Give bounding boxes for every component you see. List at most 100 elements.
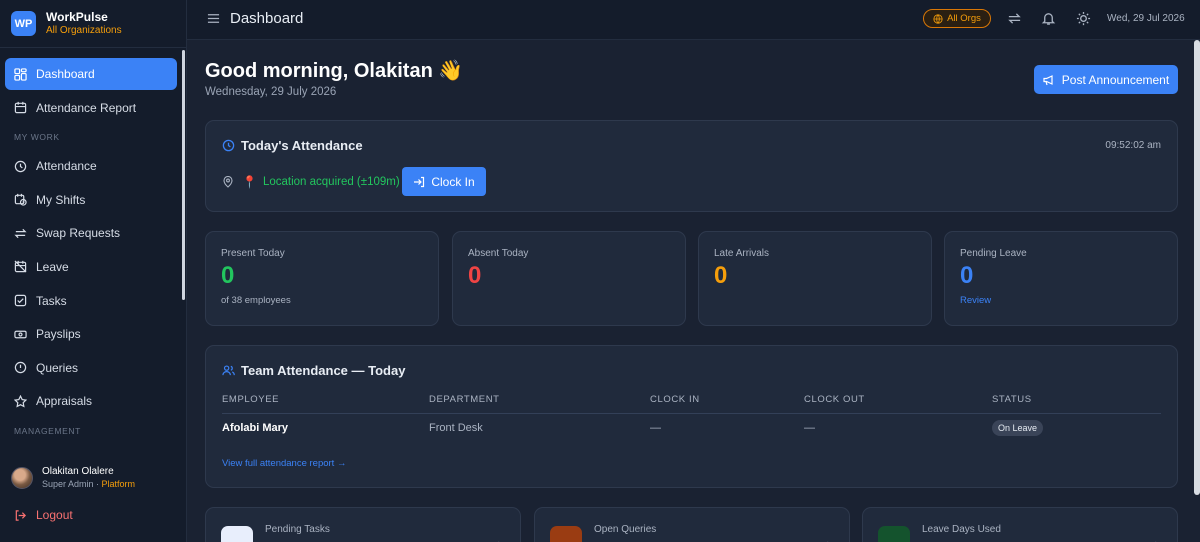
sidebar-nav: Dashboard Attendance Report MY WORK Atte… bbox=[5, 58, 177, 444]
sidebar-item-appraisals[interactable]: Appraisals bbox=[5, 385, 177, 417]
brand[interactable]: WP WorkPulse All Organizations bbox=[0, 0, 186, 48]
department: Front Desk bbox=[429, 422, 483, 434]
globe-icon bbox=[933, 13, 943, 24]
sidebar-item-label: Tasks bbox=[36, 293, 67, 308]
sidebar-item-label: Swap Requests bbox=[36, 226, 121, 241]
post-announcement-button[interactable]: Post Announcement bbox=[1034, 65, 1178, 94]
stat-value: 0 bbox=[468, 262, 482, 289]
pending-tasks-card[interactable]: Pending Tasks → bbox=[205, 507, 521, 542]
card-label: Open Queries bbox=[594, 524, 657, 535]
clock-icon bbox=[222, 139, 235, 152]
col-clock-in: CLOCK IN bbox=[650, 394, 700, 405]
users-icon bbox=[222, 365, 235, 376]
sidebar-item-label: Dashboard bbox=[36, 67, 95, 81]
status-badge: On Leave bbox=[992, 420, 1044, 436]
sun-icon[interactable] bbox=[1076, 11, 1091, 26]
stat-value: 0 bbox=[221, 262, 235, 289]
stat-late-arrivals: Late Arrivals 0 bbox=[698, 231, 932, 326]
sidebar: WP WorkPulse All Organizations Dashboard… bbox=[0, 0, 187, 542]
table-header: EMPLOYEE DEPARTMENT CLOCK IN CLOCK OUT S… bbox=[222, 394, 1161, 414]
logout-icon bbox=[15, 509, 26, 521]
location-text: Location acquired (±109m) bbox=[262, 176, 400, 188]
calendar-icon bbox=[14, 102, 27, 114]
menu-icon[interactable] bbox=[207, 12, 220, 25]
sidebar-item-my-shifts[interactable]: My Shifts bbox=[5, 184, 177, 216]
card-label: Pending Tasks bbox=[265, 524, 330, 535]
clock-in-label: Clock In bbox=[431, 174, 475, 189]
bell-icon[interactable] bbox=[1041, 11, 1056, 26]
section-my-work: MY WORK bbox=[14, 132, 60, 143]
col-clock-out: CLOCK OUT bbox=[804, 394, 865, 405]
section-management: MANAGEMENT bbox=[14, 425, 81, 436]
col-employee: EMPLOYEE bbox=[222, 394, 280, 405]
wave-emoji: 👋 bbox=[438, 60, 464, 82]
view-attendance-report-link[interactable]: View full attendance report → bbox=[222, 458, 346, 469]
user-scope: Platform bbox=[101, 479, 136, 489]
sidebar-item-label: Queries bbox=[36, 360, 79, 375]
main-content: Good morning, Olakitan 👋 Wednesday, 29 J… bbox=[187, 40, 1200, 542]
sidebar-item-payslips[interactable]: Payslips bbox=[5, 318, 177, 350]
clock-out-time: — bbox=[804, 422, 815, 434]
table-row[interactable]: Afolabi Mary Front Desk — — On Leave bbox=[222, 420, 1161, 442]
location-status: 📍 Location acquired (±109m) bbox=[222, 175, 400, 189]
sidebar-scrollbar[interactable] bbox=[182, 50, 185, 300]
sidebar-item-attendance[interactable]: Attendance bbox=[5, 150, 177, 182]
clock-in-button[interactable]: Clock In bbox=[402, 167, 486, 196]
attendance-time: 09:52:02 am bbox=[1105, 140, 1161, 151]
sidebar-item-swap-requests[interactable]: Swap Requests bbox=[5, 217, 177, 249]
sidebar-item-label: Appraisals bbox=[36, 394, 93, 409]
sidebar-item-label: Attendance bbox=[36, 159, 97, 174]
sidebar-item-label: Leave bbox=[36, 259, 69, 274]
app-name: WorkPulse bbox=[46, 9, 108, 24]
open-queries-card[interactable]: Open Queries → bbox=[534, 507, 850, 542]
todays-attendance-card: Today's Attendance 09:52:02 am 📍 Locatio… bbox=[205, 120, 1178, 212]
review-link[interactable]: Review bbox=[960, 295, 991, 306]
stat-present-today: Present Today 0 of 38 employees bbox=[205, 231, 439, 326]
calendar-clock-icon bbox=[14, 194, 27, 206]
current-date: Wed, 29 Jul 2026 bbox=[1107, 13, 1185, 24]
stat-label: Present Today bbox=[221, 248, 285, 259]
logout-button[interactable]: Logout bbox=[14, 508, 73, 522]
logout-label: Logout bbox=[36, 508, 73, 522]
col-department: DEPARTMENT bbox=[429, 394, 500, 405]
money-icon bbox=[14, 330, 27, 339]
sidebar-item-attendance-report[interactable]: Attendance Report bbox=[5, 92, 177, 124]
checkbox-icon bbox=[14, 294, 27, 307]
grid-icon bbox=[14, 67, 27, 81]
stat-value: 0 bbox=[960, 262, 974, 289]
query-icon bbox=[550, 526, 582, 542]
org-name: All Organizations bbox=[46, 24, 122, 36]
arrow-right-icon: → bbox=[820, 534, 832, 542]
team-card-title: Team Attendance — Today bbox=[222, 363, 405, 378]
stat-value: 0 bbox=[714, 262, 728, 289]
stat-absent-today: Absent Today 0 bbox=[452, 231, 686, 326]
page-title: Dashboard bbox=[230, 10, 304, 27]
stat-label: Pending Leave bbox=[960, 248, 1027, 259]
employee-name: Afolabi Mary bbox=[222, 422, 289, 434]
stat-label: Late Arrivals bbox=[714, 248, 770, 259]
team-attendance-card: Team Attendance — Today EMPLOYEE DEPARTM… bbox=[205, 345, 1178, 488]
sidebar-item-label: Attendance Report bbox=[36, 100, 137, 115]
sidebar-item-dashboard[interactable]: Dashboard bbox=[5, 58, 177, 90]
sidebar-item-queries[interactable]: Queries bbox=[5, 352, 177, 384]
pushpin-icon: 📍 bbox=[242, 175, 257, 189]
main-scrollbar[interactable] bbox=[1194, 40, 1200, 495]
sidebar-item-tasks[interactable]: Tasks bbox=[5, 285, 177, 317]
app-logo: WP bbox=[11, 11, 36, 36]
user-profile[interactable]: Olakitan Olalere Super Admin · Platform bbox=[11, 465, 135, 491]
sidebar-item-leave[interactable]: Leave bbox=[5, 251, 177, 283]
calendar-off-icon bbox=[14, 260, 27, 273]
org-filter-label: All Orgs bbox=[947, 13, 981, 24]
col-status: STATUS bbox=[992, 394, 1032, 405]
org-filter-button[interactable]: All Orgs bbox=[923, 9, 991, 28]
star-icon bbox=[14, 394, 27, 408]
map-pin-icon bbox=[223, 176, 233, 188]
arrow-right-icon: → bbox=[1148, 534, 1160, 542]
swap-icon bbox=[14, 228, 27, 238]
refresh-icon[interactable] bbox=[1007, 11, 1022, 26]
login-icon bbox=[414, 176, 425, 187]
leave-days-used-card[interactable]: Leave Days Used → bbox=[862, 507, 1178, 542]
attendance-card-title: Today's Attendance bbox=[222, 138, 363, 153]
alert-circle-icon bbox=[14, 362, 27, 374]
avatar bbox=[11, 467, 33, 489]
